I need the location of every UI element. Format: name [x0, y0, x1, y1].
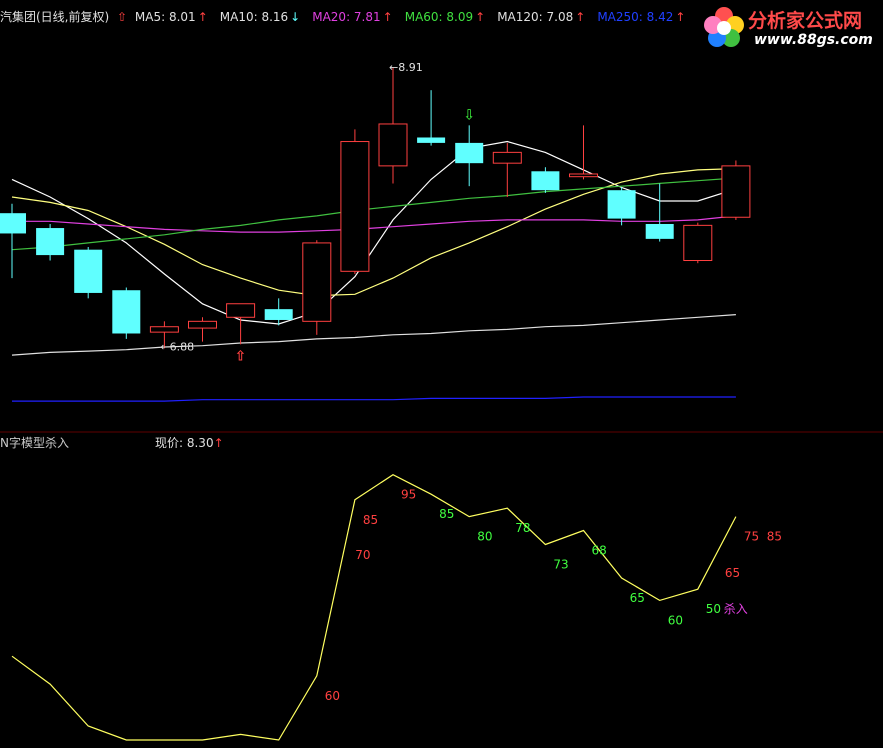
candle-body: [492, 151, 522, 164]
candle-body: [149, 326, 179, 333]
candle-body: [340, 141, 370, 272]
price-header: 现价: 8.30↑: [155, 436, 224, 450]
score-label: 78: [515, 521, 530, 535]
score-label: 65: [630, 591, 645, 605]
chart-header: 汽集团(日线,前复权) ⇧ MA5: 8.01 ↑ MA10: 8.16 ↓ MA20:…: [0, 10, 693, 24]
score-label: 85: [767, 530, 782, 544]
current-price: 现价: 8.30: [155, 436, 214, 450]
ma-arrow-icon: ↓: [290, 10, 301, 24]
candle-body: [302, 242, 332, 322]
indicator-header: N字模型杀入: [0, 436, 69, 450]
candle-body: [569, 173, 598, 178]
ma-arrow-icon: ↑: [575, 10, 586, 24]
candle-body: [226, 303, 256, 318]
candle-body: [36, 228, 65, 256]
ma-legend-ma10: MA10: 8.16: [219, 10, 289, 24]
candle-body: [645, 224, 674, 239]
candle-body: [74, 249, 103, 293]
ma-arrow-icon: ↑: [382, 10, 393, 24]
candle-body: [455, 142, 484, 164]
score-label: 75: [744, 530, 759, 544]
indicator-name: N字模型杀入: [0, 436, 69, 450]
candle-body: [417, 137, 446, 143]
stock-title: 汽集团(日线,前复权): [0, 10, 110, 24]
score-label: 73: [553, 557, 568, 571]
score-label: 65: [725, 566, 740, 580]
score-label: 80: [477, 530, 492, 544]
score-label: 85: [363, 513, 378, 527]
candle-body: [683, 224, 713, 261]
logo-text: 分析家公式网: [748, 10, 863, 32]
candle-body: [264, 309, 293, 320]
ma-arrow-icon: ↑: [675, 10, 686, 24]
score-label: 68: [592, 544, 607, 558]
ma-legend-ma250: MA250: 8.42: [597, 10, 674, 24]
candle-body: [0, 213, 26, 234]
candle-body: [531, 171, 560, 191]
score-label: 60: [668, 613, 683, 627]
price-up-arrow: ↑: [213, 436, 224, 450]
ma-legend-ma5: MA5: 8.01: [134, 10, 196, 24]
line-ma250: [12, 396, 736, 402]
stock-chart: ←8.91←6.88⇧⇩4060708595858078736865605065…: [0, 61, 883, 741]
ma-arrow-icon: ↑: [197, 10, 208, 24]
score-label: 85: [439, 507, 454, 521]
logo-url[interactable]: www.88gs.com: [754, 32, 873, 48]
price-annotation: ←8.91: [389, 61, 423, 74]
score-label: 50: [706, 602, 721, 616]
line-ma10: [11, 168, 736, 297]
sell-arrow-icon: ⇩: [463, 107, 475, 123]
ma-legend-ma120: MA120: 7.08: [497, 10, 574, 24]
ma-legend-ma20: MA20: 7.81: [312, 10, 381, 24]
ma-up-icon: ⇧: [117, 10, 128, 24]
ma-arrow-icon: ↑: [475, 10, 486, 24]
price-annotation: ←6.88: [160, 340, 194, 353]
candle-body: [112, 290, 141, 334]
candle-body: [607, 190, 636, 219]
buy-arrow-icon: ⇧: [235, 348, 247, 364]
score-label: 95: [401, 488, 416, 502]
signal-label: 杀入: [724, 601, 748, 616]
candle-body: [721, 165, 751, 218]
ma-legend: MA5: 8.01 ↑ MA10: 8.16 ↓ MA20: 7.81 ↑ MA60: 8.…: [131, 10, 694, 24]
ma-legend-ma60: MA60: 8.09: [404, 10, 474, 24]
candle-body: [188, 320, 217, 329]
site-logo: 分析家公式网 www.88gs.com: [702, 0, 877, 56]
candle-body: [378, 123, 408, 167]
score-label: 60: [325, 689, 340, 703]
score-label: 70: [355, 548, 370, 562]
